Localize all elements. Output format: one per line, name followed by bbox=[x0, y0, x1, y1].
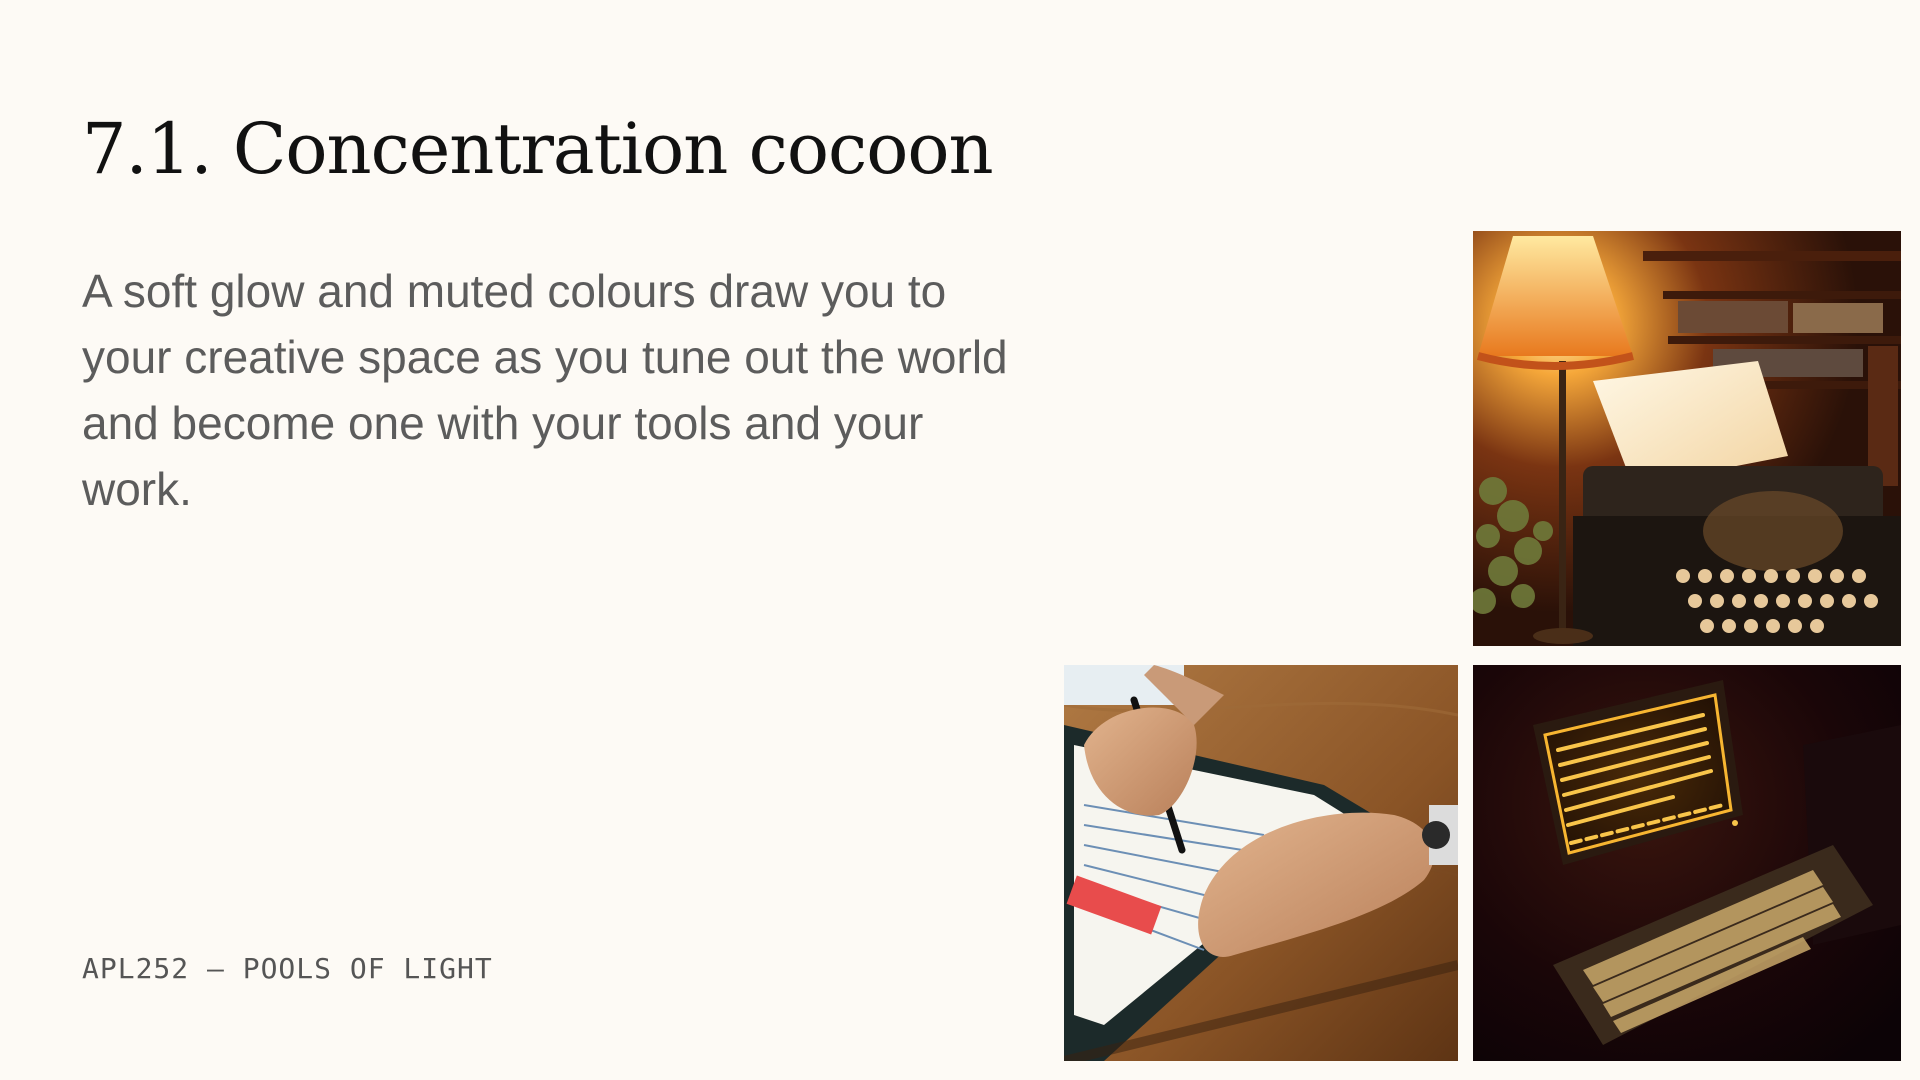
lamp-typewriter-image bbox=[1473, 231, 1901, 646]
handwriting-notebook-photo bbox=[1064, 665, 1458, 1061]
slide-body-text: A soft glow and muted colours draw you t… bbox=[82, 265, 1008, 515]
glowing-terminal-image bbox=[1473, 665, 1901, 1061]
lamp-typewriter-photo bbox=[1473, 231, 1901, 646]
slide: 7.1. Concentration cocoon A soft glow an… bbox=[0, 0, 1920, 1080]
glowing-terminal-photo bbox=[1473, 665, 1901, 1061]
handwriting-notebook-image bbox=[1064, 665, 1458, 1061]
slide-footer: APL252 – POOLS OF LIGHT bbox=[82, 952, 493, 985]
slide-title: 7.1. Concentration cocoon bbox=[82, 108, 994, 190]
